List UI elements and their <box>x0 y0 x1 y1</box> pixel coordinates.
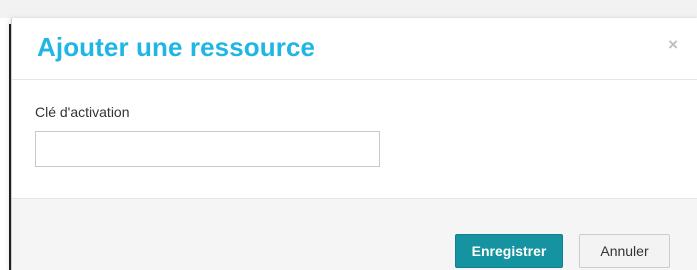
dialog-footer: Enregistrer Annuler <box>12 198 697 270</box>
close-icon[interactable]: × <box>668 36 678 53</box>
backdrop-strip <box>0 0 697 18</box>
dialog-body: Clé d'activation <box>12 80 697 198</box>
activation-key-label: Clé d'activation <box>35 104 130 120</box>
activation-key-input[interactable] <box>35 131 380 167</box>
add-resource-dialog: Ajouter une ressource × Clé d'activation… <box>11 18 697 270</box>
cancel-button[interactable]: Annuler <box>579 234 670 268</box>
dialog-header: Ajouter une ressource × <box>12 18 697 80</box>
save-button[interactable]: Enregistrer <box>455 234 563 268</box>
dialog-title: Ajouter une ressource <box>37 32 316 62</box>
